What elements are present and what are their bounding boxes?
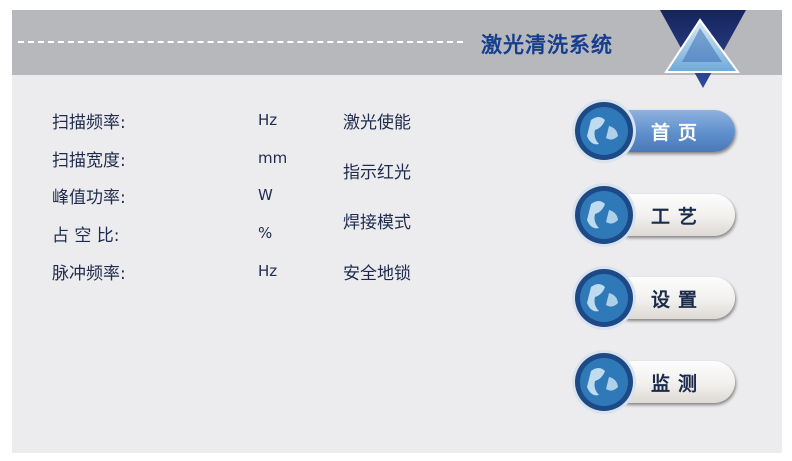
- nav-button-label: 工艺: [651, 206, 706, 228]
- header-dashed-divider: [18, 41, 463, 43]
- status-red-pointer: 指示红光: [343, 163, 411, 183]
- param-unit-scan-width: mm: [258, 149, 288, 167]
- status-welding-mode: 焊接模式: [343, 213, 411, 233]
- param-unit-pulse-frequency: Hz: [258, 262, 278, 280]
- system-title: 激光清洗系统: [481, 33, 613, 57]
- nav-button-settings[interactable]: 设置: [571, 265, 737, 335]
- globe-icon: [572, 266, 636, 330]
- nav-button-label: 设置: [651, 289, 706, 311]
- triangle-logo-icon: [660, 10, 746, 88]
- param-label-scan-width: 扫描宽度:: [52, 151, 126, 171]
- nav-button-home[interactable]: 首页: [571, 98, 737, 168]
- param-label-duty-cycle: 占 空 比:: [52, 226, 120, 246]
- globe-icon: [572, 350, 636, 414]
- nav-button-monitor[interactable]: 监测: [571, 349, 737, 419]
- param-unit-duty-cycle: %: [258, 224, 273, 242]
- globe-icon: [572, 99, 636, 163]
- status-laser-enable: 激光使能: [343, 113, 411, 133]
- nav-button-label: 监测: [651, 373, 706, 395]
- param-label-peak-power: 峰值功率:: [52, 188, 126, 208]
- param-label-pulse-frequency: 脉冲频率:: [52, 264, 126, 284]
- globe-icon: [572, 183, 636, 247]
- nav-button-label: 首页: [651, 122, 706, 144]
- nav-button-process[interactable]: 工艺: [571, 182, 737, 252]
- param-unit-peak-power: W: [258, 186, 273, 204]
- param-unit-scan-frequency: Hz: [258, 111, 278, 129]
- status-safety-interlock: 安全地锁: [343, 264, 411, 284]
- param-label-scan-frequency: 扫描频率:: [52, 113, 126, 133]
